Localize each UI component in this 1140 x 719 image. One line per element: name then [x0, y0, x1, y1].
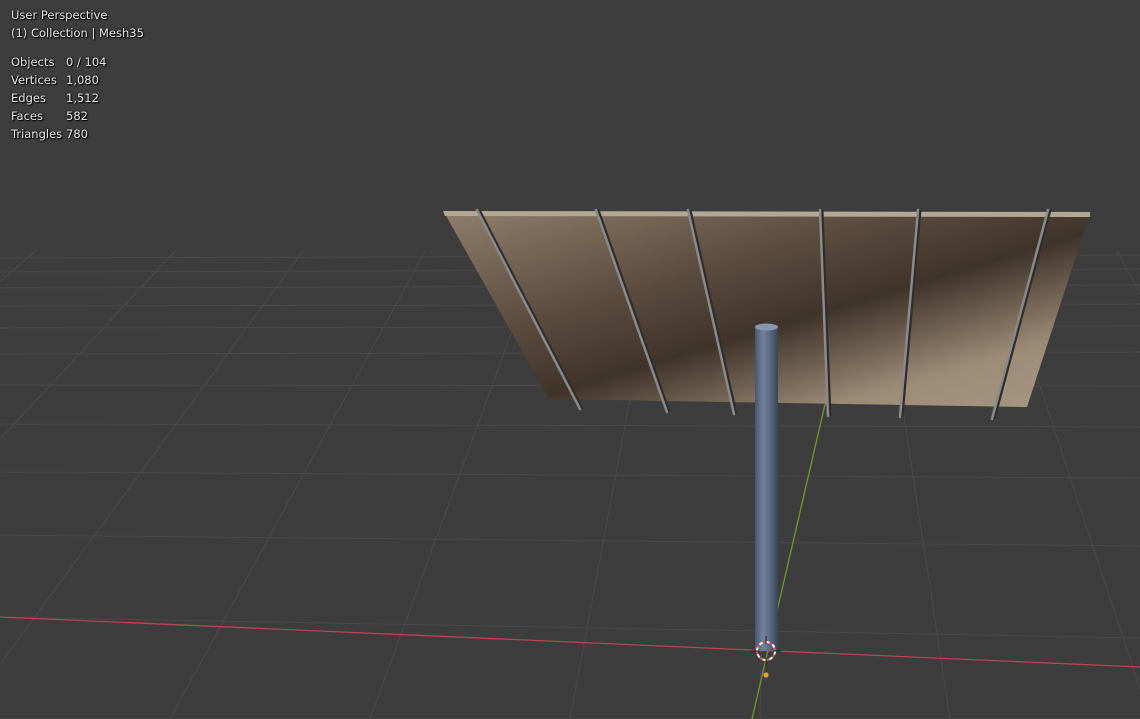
x-axis-line	[0, 616, 1140, 668]
stat-value: 780	[66, 127, 88, 141]
stat-label: Faces	[11, 109, 43, 123]
viewport-scene[interactable]	[0, 0, 1140, 719]
pole-body[interactable]	[755, 327, 778, 651]
3d-viewport[interactable]: User Perspective (1) Collection | Mesh35…	[0, 0, 1140, 719]
stat-row-objects: Objects 0 / 104	[11, 53, 106, 71]
stat-row-faces: Faces 582	[11, 107, 106, 125]
panel-top-edge	[443, 211, 1090, 217]
pole-top	[755, 323, 778, 331]
stat-value: 582	[66, 109, 88, 123]
stat-row-triangles: Triangles 780	[11, 125, 106, 143]
origin-dot-icon[interactable]	[763, 672, 769, 678]
view-name-label: User Perspective	[11, 8, 108, 22]
stat-label: Vertices	[11, 73, 57, 87]
stat-value: 1,080	[66, 73, 99, 87]
stat-label: Objects	[11, 55, 55, 69]
scene-statistics: Objects 0 / 104 Vertices 1,080 Edges 1,5…	[11, 53, 106, 143]
collection-label: (1) Collection | Mesh35	[11, 26, 144, 40]
stat-label: Triangles	[11, 127, 63, 141]
stat-row-edges: Edges 1,512	[11, 89, 106, 107]
pole-mesh[interactable]	[755, 323, 778, 652]
stat-value: 0 / 104	[66, 55, 107, 69]
stat-row-vertices: Vertices 1,080	[11, 71, 106, 89]
stat-label: Edges	[11, 91, 46, 105]
stat-value: 1,512	[66, 91, 99, 105]
